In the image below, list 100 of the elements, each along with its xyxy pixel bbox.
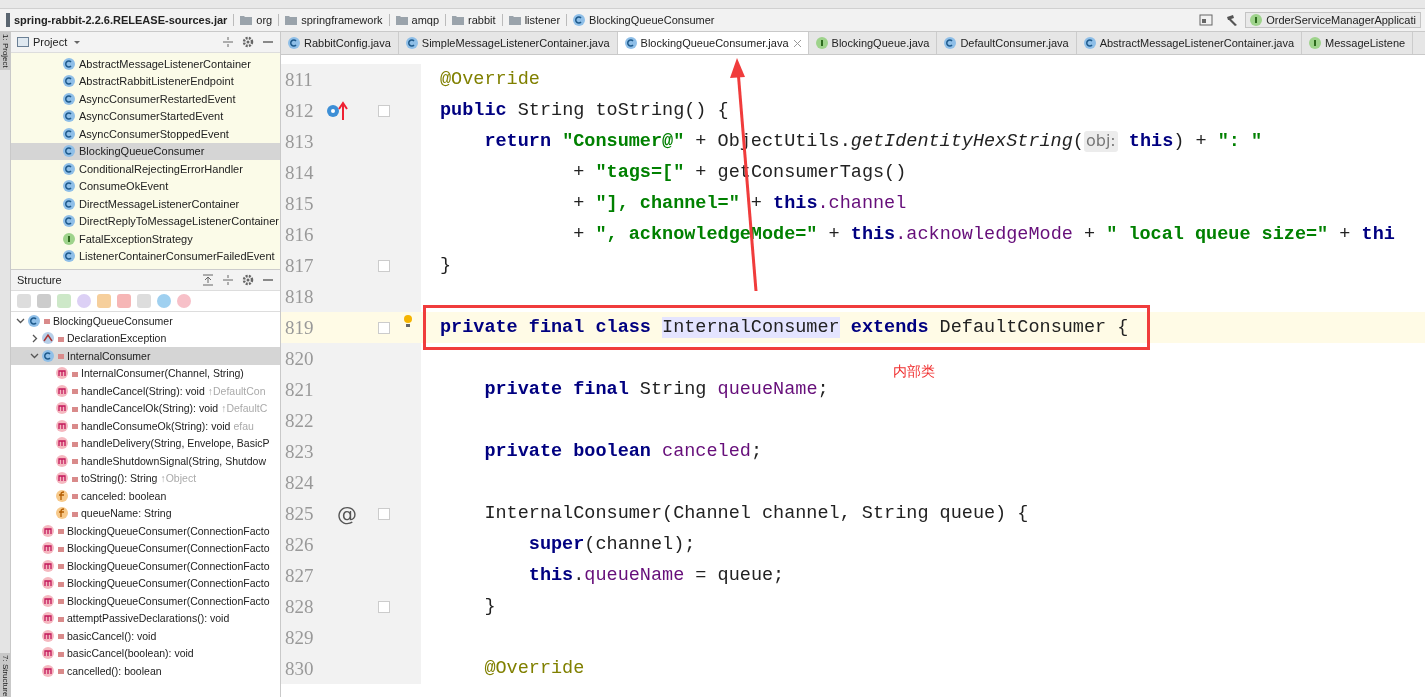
collapse-all-icon[interactable] — [222, 274, 234, 286]
code-line: + "], channel=" + this.channel — [572, 193, 907, 214]
structure-item[interactable]: InternalConsumer(Channel, String) — [11, 364, 280, 382]
editor-tab[interactable]: SimpleMessageListenerContainer.java — [398, 32, 618, 54]
editor-tab[interactable]: BlockingQueueConsumer.java — [617, 32, 809, 54]
bulb-icon[interactable] — [403, 314, 413, 328]
structure-item[interactable]: queueName: String — [11, 504, 280, 522]
method-icon — [42, 647, 54, 660]
project-item[interactable]: AsyncConsumerRestartedEvent — [11, 90, 280, 108]
structure-item[interactable]: handleConsumeOk(String): void efau — [11, 417, 280, 435]
line-number: 824 — [284, 471, 315, 494]
line-number: 814 — [284, 161, 315, 184]
structure-item[interactable]: BlockingQueueConsumer(ConnectionFacto — [11, 574, 280, 592]
chevron-down-icon[interactable] — [16, 316, 25, 326]
project-item[interactable]: FatalExceptionStrategy — [11, 230, 280, 248]
project-item[interactable]: AsyncConsumerStoppedEvent — [11, 125, 280, 143]
fold-marker[interactable] — [378, 507, 390, 520]
breadcrumb-item[interactable]: rabbit — [446, 14, 502, 26]
structure-item[interactable]: basicCancel(): void — [11, 627, 280, 645]
line-number: 818 — [284, 285, 315, 308]
editor-tab[interactable]: RabbitConfig.java — [281, 32, 399, 54]
line-number: 823 — [284, 440, 315, 463]
structure-item[interactable]: handleShutdownSignal(String, Shutdow — [11, 452, 280, 470]
interface-icon — [63, 232, 75, 245]
fold-marker[interactable] — [378, 321, 390, 334]
close-icon[interactable] — [793, 39, 801, 47]
editor-tab[interactable]: BlockingQueue.java — [808, 32, 938, 54]
line-number: 821 — [284, 378, 315, 401]
structure-tool-tab[interactable]: 7: Structure — [0, 652, 10, 697]
structure-item[interactable]: handleCancelOk(String): void ↑DefaultC — [11, 399, 280, 417]
structure-item[interactable]: cancelled(): boolean — [11, 662, 280, 680]
override-icon[interactable] — [326, 100, 350, 121]
code-line: @Override — [483, 658, 585, 679]
project-item[interactable]: DirectReplyToMessageListenerContainer — [11, 212, 280, 230]
chevron-right-icon[interactable] — [30, 333, 39, 343]
project-item[interactable]: ConsumeOkEvent — [11, 177, 280, 195]
editor-tab[interactable]: DefaultConsumer.java — [937, 32, 1077, 54]
project-item[interactable]: DirectMessageListenerContainer — [11, 195, 280, 213]
fold-marker[interactable] — [378, 259, 390, 272]
method-icon — [56, 384, 68, 397]
chevron-down-icon[interactable] — [30, 351, 39, 361]
structure-item[interactable]: BlockingQueueConsumer(ConnectionFacto — [11, 592, 280, 610]
class-icon — [63, 127, 75, 140]
jar-icon — [6, 13, 10, 27]
breadcrumb-item[interactable]: org — [234, 14, 279, 26]
class-icon — [63, 197, 75, 210]
structure-item[interactable]: BlockingQueueConsumer(ConnectionFacto — [11, 557, 280, 575]
structure-item[interactable]: attemptPassiveDeclarations(): void — [11, 609, 280, 627]
line-number: 816 — [284, 223, 315, 246]
code-line: private final class InternalConsumer extends DefaultConsumer { — [426, 308, 1148, 347]
line-number: 826 — [284, 533, 315, 556]
layout-icon[interactable] — [1199, 14, 1214, 26]
expand-all-icon[interactable] — [202, 274, 214, 286]
line-number: 830 — [284, 657, 315, 680]
breadcrumb-item[interactable]: listener — [502, 14, 567, 26]
fold-marker[interactable] — [378, 104, 390, 117]
project-tool-tab[interactable]: 1: Project — [0, 32, 10, 70]
gutter-marker[interactable]: @ — [337, 501, 357, 526]
method-icon — [42, 524, 54, 537]
breadcrumb-item[interactable]: spring-rabbit-2.2.6.RELEASE-sources.jar — [0, 13, 234, 27]
code-line: public String toString() { — [439, 100, 729, 121]
class-icon — [63, 180, 75, 193]
run-configuration-dropdown[interactable]: OrderServiceManagerApplicati — [1245, 12, 1421, 28]
structure-item[interactable]: handleDelivery(String, Envelope, BasicP — [11, 434, 280, 452]
structure-item[interactable]: BlockingQueueConsumer — [11, 312, 280, 330]
structure-item[interactable]: BlockingQueueConsumer(ConnectionFacto — [11, 539, 280, 557]
structure-item[interactable]: BlockingQueueConsumer(ConnectionFacto — [11, 522, 280, 540]
annotation-note: 内部类 — [893, 363, 935, 381]
method-icon — [42, 577, 54, 590]
breadcrumb-item[interactable]: amqp — [389, 14, 446, 26]
code-line: } — [483, 596, 496, 617]
structure-item[interactable]: toString(): String ↑Object — [11, 469, 280, 487]
interface-icon — [1309, 37, 1322, 49]
line-number: 817 — [284, 254, 315, 277]
settings-icon[interactable] — [242, 36, 254, 48]
method-icon — [56, 437, 68, 450]
project-item[interactable]: AbstractMessageListenerContainer — [11, 55, 280, 73]
structure-item[interactable]: DeclarationException — [11, 329, 280, 347]
structure-item[interactable]: InternalConsumer — [11, 347, 280, 365]
project-item[interactable]: AsyncConsumerStartedEvent — [11, 107, 280, 125]
line-number: 813 — [284, 130, 315, 153]
settings-icon[interactable] — [242, 274, 254, 286]
project-item[interactable]: BlockingQueueConsumer — [11, 142, 280, 160]
structure-item[interactable]: basicCancel(boolean): void — [11, 644, 280, 662]
breadcrumb-item[interactable]: springframework — [279, 14, 389, 26]
class-icon — [944, 37, 957, 49]
interface-icon — [815, 37, 828, 49]
structure-item[interactable]: canceled: boolean — [11, 487, 280, 505]
project-item[interactable]: AbstractRabbitListenerEndpoint — [11, 72, 280, 90]
breadcrumb-item[interactable]: BlockingQueueConsumer — [567, 14, 721, 26]
structure-item[interactable]: handleCancel(String): void ↑DefaultCon — [11, 382, 280, 400]
fold-marker[interactable] — [378, 600, 390, 613]
project-item[interactable]: ListenerContainerConsumerFailedEvent — [11, 247, 280, 265]
collapse-all-icon[interactable] — [222, 36, 234, 48]
hammer-icon[interactable] — [1225, 14, 1240, 26]
editor-tab[interactable]: AbstractMessageListenerContainer.java — [1076, 32, 1303, 54]
project-item[interactable]: ConditionalRejectingErrorHandler — [11, 160, 280, 178]
field-icon — [56, 489, 68, 502]
project-panel-title[interactable]: Project — [33, 36, 68, 48]
editor-tab[interactable]: MessageListene — [1302, 32, 1414, 54]
